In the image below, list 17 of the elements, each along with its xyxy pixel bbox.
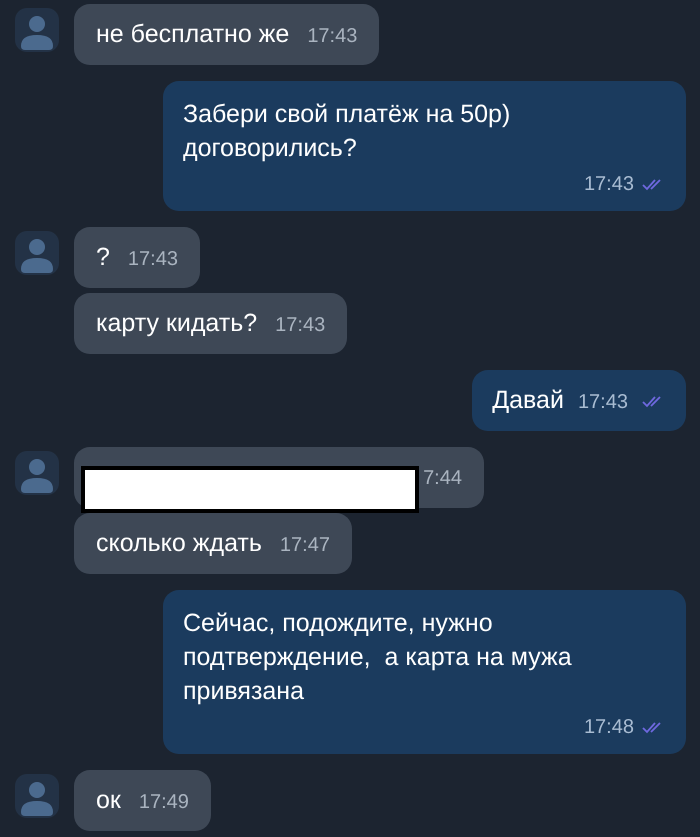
message-time: 17:43 <box>584 172 634 197</box>
message-time: 17:49 <box>138 790 189 815</box>
message-time: 17:47 <box>280 533 330 558</box>
message-time: 17:43 <box>578 390 628 415</box>
message-text: не бесплатно же <box>96 18 290 50</box>
message-time: 17:43 <box>128 247 178 272</box>
message-text: ? <box>96 242 110 273</box>
message-time: 17:48 <box>584 715 634 740</box>
message-text: карту кидать? <box>96 308 258 339</box>
message-text: Забери свой платёж на 50р) договорились? <box>183 99 512 164</box>
message-text: Сейчас, подождите, нужно подтверждение, а карта на мужа привязана <box>183 608 573 707</box>
message-time: 7:44 <box>423 466 462 490</box>
message-text: Давай <box>492 384 564 416</box>
message-time: 17:43 <box>307 24 358 49</box>
message-text: ок <box>96 784 121 816</box>
message-text: сколько ждать <box>96 528 262 559</box>
message-time: 17:43 <box>275 313 326 338</box>
